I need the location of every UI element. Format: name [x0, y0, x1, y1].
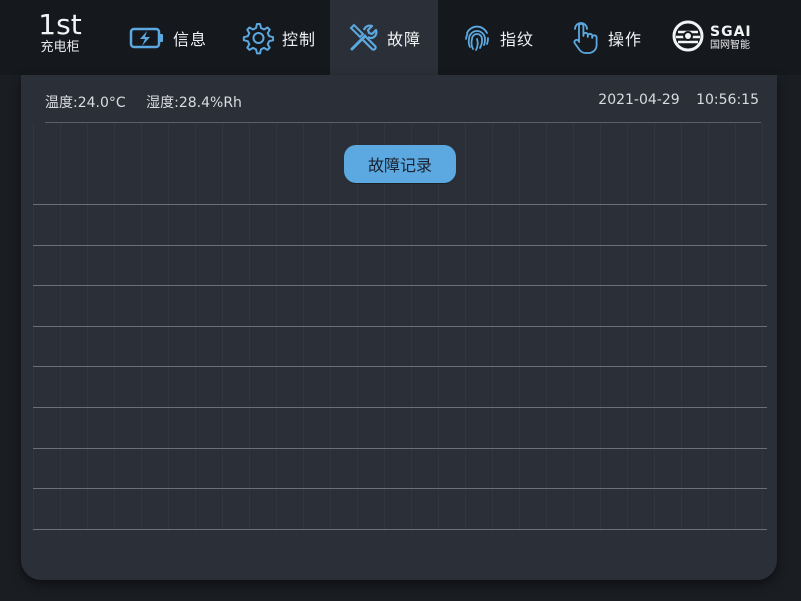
tab-fingerprint[interactable]: 指纹 [448, 0, 548, 75]
date-readout: 2021-04-29 [598, 92, 680, 108]
record-row-divider [33, 529, 767, 530]
temperature-readout: 温度:24.0°C [45, 95, 126, 111]
record-row-divider [33, 245, 767, 246]
sgai-logo-icon [672, 20, 704, 56]
tools-icon [347, 22, 379, 54]
record-row-divider [33, 366, 767, 367]
tab-fault-label: 故障 [386, 29, 421, 49]
tab-control-label: 控制 [281, 29, 316, 49]
tab-info[interactable]: 信息 [118, 0, 218, 75]
logo-text: SGAI 国网智能 [710, 25, 752, 51]
record-row-divider [33, 488, 767, 489]
tab-operation-label: 操作 [607, 29, 642, 49]
hand-pointer-icon [570, 21, 600, 55]
record-row-divider [33, 285, 767, 286]
humidity-readout: 湿度:28.4%Rh [146, 95, 242, 111]
time-readout: 10:56:15 [696, 92, 759, 108]
tab-fault[interactable]: 故障 [330, 0, 438, 75]
record-row-divider [33, 448, 767, 449]
records-grid [33, 123, 767, 531]
logo-name: SGAI [710, 24, 752, 40]
brand-subtitle: 充电柜 [40, 40, 80, 55]
tab-operation[interactable]: 操作 [556, 0, 656, 75]
top-nav-bar: 1st 充电柜 信息 控制 故障 指纹 操作 SGAI 国网智能 [0, 0, 801, 75]
environment-readings: 温度:24.0°C 湿度:28.4%Rh [45, 92, 258, 112]
status-bar: 温度:24.0°C 湿度:28.4%Rh 2021-04-29 10:56:15 [45, 92, 759, 112]
gear-icon [240, 21, 274, 55]
fault-panel: 温度:24.0°C 湿度:28.4%Rh 2021-04-29 10:56:15… [21, 75, 777, 580]
record-row-divider [33, 407, 767, 408]
tab-fingerprint-label: 指纹 [499, 29, 534, 49]
brand: 1st 充电柜 [30, 10, 90, 56]
brand-title: 1st [38, 8, 82, 41]
tab-info-label: 信息 [172, 29, 207, 49]
logo-subtitle: 国网智能 [710, 40, 750, 51]
fingerprint-icon [462, 23, 492, 53]
tab-control[interactable]: 控制 [228, 0, 328, 75]
record-row-divider [33, 204, 767, 205]
record-row-divider [33, 326, 767, 327]
sgai-logo: SGAI 国网智能 [672, 18, 752, 58]
battery-charging-icon [129, 24, 165, 52]
fault-record-button[interactable]: 故障记录 [344, 145, 456, 183]
datetime: 2021-04-29 10:56:15 [586, 92, 759, 108]
